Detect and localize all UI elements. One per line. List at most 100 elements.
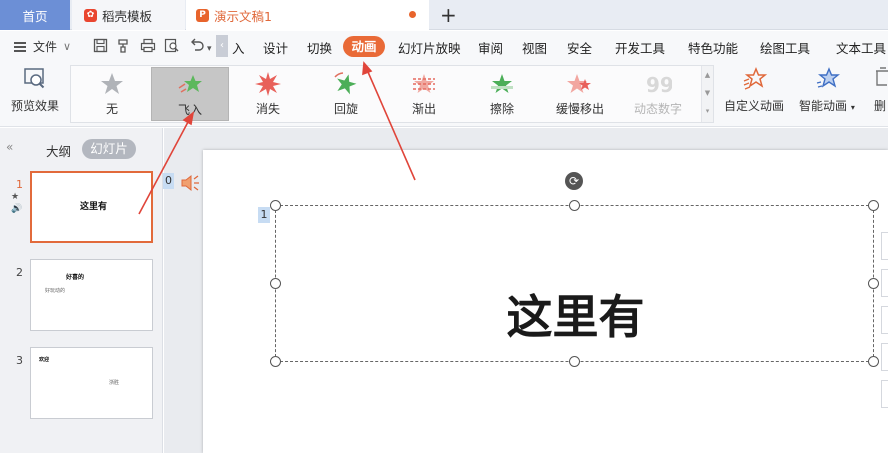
animation-fly-in-label: 飞入: [177, 103, 202, 117]
animation-fade-out-label: 渐出: [411, 102, 436, 116]
sound-icon: 🔊: [11, 204, 23, 214]
collapse-panel-icon[interactable]: «: [6, 140, 13, 154]
menu-drawing-tools[interactable]: 绘图工具: [760, 38, 810, 57]
textbox-order-tag[interactable]: 1: [258, 207, 270, 223]
resize-handle-left[interactable]: [270, 278, 281, 289]
right-tool-1[interactable]: [881, 232, 888, 260]
smart-animation-text: 智能动画: [799, 99, 848, 113]
menu-text-tools[interactable]: 文本工具: [836, 38, 886, 57]
star-burst-red-icon: [255, 72, 281, 96]
right-toolbar: [881, 232, 888, 453]
resize-handle-bottom-right[interactable]: [868, 356, 879, 367]
tab-bar: 首页 ✿ 稻壳模板 P 演示文稿1 +: [0, 0, 888, 30]
title-text[interactable]: 这里有: [276, 294, 875, 340]
preview-effect-label: 预览效果: [10, 99, 59, 113]
custom-animation-icon: [743, 67, 767, 90]
preview-icon: [24, 68, 45, 89]
smart-animation-icon: [816, 67, 840, 88]
preview-effect-button[interactable]: 预览效果: [7, 67, 63, 123]
animation-fade-out[interactable]: 渐出: [385, 67, 463, 121]
star-wipe-green-icon: [491, 74, 513, 93]
animation-none[interactable]: 无: [73, 67, 151, 121]
resize-handle-bottom[interactable]: [569, 356, 580, 367]
delete-animation-button[interactable]: 删: [872, 67, 888, 114]
gallery-scrollbar[interactable]: ▲ ▼ ▾: [701, 66, 713, 122]
print-preview-icon[interactable]: [164, 38, 180, 53]
menu-scroll-left-button[interactable]: ‹: [216, 35, 228, 57]
resize-handle-top[interactable]: [569, 200, 580, 211]
title-textbox[interactable]: 这里有: [275, 205, 874, 362]
slide-thumbnail-3[interactable]: 欢迎 浙胜: [30, 347, 153, 419]
smart-animation-button[interactable]: 智能动画 ▾: [799, 67, 855, 114]
animation-order-tag[interactable]: 0: [163, 173, 174, 189]
star-spin-green-icon: [334, 72, 357, 95]
save-icon[interactable]: [93, 38, 108, 53]
custom-animation-button[interactable]: 自定义动画: [724, 67, 784, 114]
tab-home-label: 首页: [22, 8, 48, 24]
chevron-down-icon: ∨: [63, 40, 72, 53]
right-tool-3[interactable]: [881, 306, 888, 334]
tab-template[interactable]: ✿ 稻壳模板: [72, 0, 185, 30]
thumb-subtitle: 浙胜: [109, 380, 120, 386]
slide-thumbnail-1[interactable]: 这里有: [30, 171, 153, 243]
resize-handle-top-left[interactable]: [270, 200, 281, 211]
animation-none-label: 无: [105, 102, 118, 116]
gallery-scroll-up-icon[interactable]: ▲: [702, 66, 713, 84]
menu-developer[interactable]: 开发工具: [615, 38, 665, 57]
menu-security[interactable]: 安全: [567, 38, 592, 57]
thumb-subtitle: 好玩动的: [45, 288, 66, 294]
new-tab-button[interactable]: +: [440, 3, 457, 27]
thumb-title: 这里有: [80, 202, 108, 212]
thumb-number-3: 3: [16, 354, 23, 367]
speaker-icon[interactable]: [180, 174, 200, 192]
print-icon[interactable]: [140, 38, 156, 53]
right-tool-4[interactable]: [881, 343, 888, 371]
menu-transition[interactable]: 切换: [307, 38, 332, 57]
menu-features[interactable]: 特色功能: [688, 38, 738, 57]
dynamic-number-icon: 99: [646, 73, 672, 97]
animation-slow-out[interactable]: 缓慢移出: [541, 67, 619, 121]
tab-outline[interactable]: 大纲: [46, 141, 71, 160]
right-tool-2[interactable]: [881, 269, 888, 297]
animation-spin[interactable]: 回旋: [307, 67, 385, 121]
menu-insert[interactable]: 入: [232, 38, 245, 57]
menu-review[interactable]: 审阅: [478, 38, 503, 57]
gallery-expand-icon[interactable]: ▾: [702, 102, 713, 120]
menu-animation[interactable]: 动画: [343, 36, 385, 57]
animation-wipe[interactable]: 擦除: [463, 67, 541, 121]
docer-logo-icon: ✿: [84, 8, 97, 22]
animation-slow-out-label: 缓慢移出: [555, 102, 604, 116]
thumb-title: 欢迎: [39, 357, 50, 363]
tab-home[interactable]: 首页: [0, 0, 70, 30]
file-menu[interactable]: 文件 ∨: [14, 38, 71, 55]
menu-design[interactable]: 设计: [263, 38, 288, 57]
undo-dropdown-icon[interactable]: ▾: [207, 41, 212, 57]
right-tool-5[interactable]: [881, 380, 888, 408]
slide-thumbnail-2[interactable]: 好喜的 好玩动的: [30, 259, 153, 331]
star-fade-out-icon: [413, 74, 435, 93]
smart-animation-label: 智能动画 ▾: [799, 99, 855, 113]
menu-view[interactable]: 视图: [522, 38, 547, 57]
resize-handle-top-right[interactable]: [868, 200, 879, 211]
thumb-title: 好喜的: [66, 274, 85, 281]
animation-dynamic-number[interactable]: 99 动态数字: [619, 67, 697, 121]
tab-document[interactable]: P 演示文稿1: [186, 0, 429, 30]
animation-spin-label: 回旋: [333, 102, 358, 116]
star-gray-icon: [101, 73, 123, 94]
gallery-scroll-down-icon[interactable]: ▼: [702, 84, 713, 102]
resize-handle-right[interactable]: [868, 278, 879, 289]
file-menu-label: 文件: [33, 40, 58, 54]
animation-disappear[interactable]: 消失: [229, 67, 307, 121]
animation-ribbon: 预览效果 无 飞入 消失 回旋 渐出 擦除 缓慢移出 99 动态数字 ▲ ▼ ▾…: [0, 61, 888, 127]
animation-fly-in[interactable]: 飞入: [151, 67, 229, 121]
undo-icon[interactable]: [189, 38, 205, 53]
animation-star-icon: ★: [11, 192, 20, 202]
hamburger-icon: [14, 41, 26, 52]
tab-slides[interactable]: 幻灯片: [82, 139, 136, 159]
format-painter-icon[interactable]: [116, 38, 131, 53]
menu-slideshow[interactable]: 幻灯片放映: [398, 38, 461, 57]
thumb-number-1: 1: [16, 178, 23, 191]
resize-handle-bottom-left[interactable]: [270, 356, 281, 367]
rotate-handle-icon[interactable]: ⟳: [565, 172, 583, 190]
menu-bar: 文件 ∨ ▾ ‹ 入 设计 切换 动画 幻灯片放映 审阅 视图 安全 开发工具 …: [0, 31, 888, 61]
